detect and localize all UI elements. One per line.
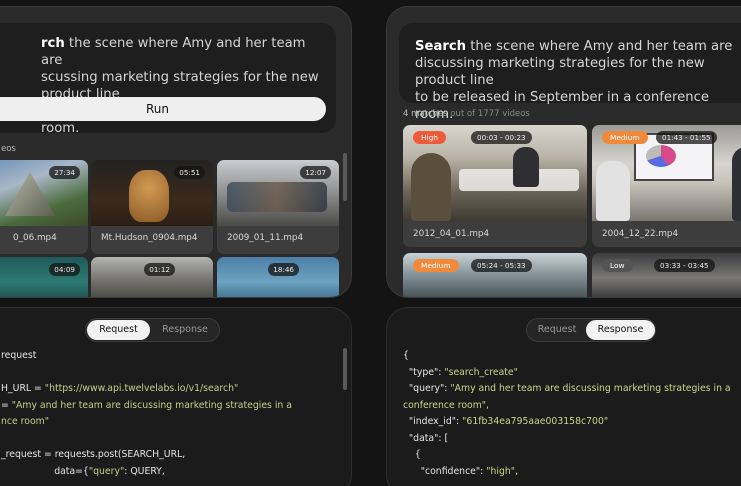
video-duration: 01:12 — [144, 263, 175, 276]
videos-label: eos — [1, 144, 16, 154]
query-line-1: the scene where Amy and her team are — [41, 36, 306, 68]
match-count-number: 4 matches — [403, 109, 448, 119]
tab-response[interactable]: Response — [152, 320, 218, 340]
match-count-total: out of 1777 videos — [450, 109, 530, 119]
video-filename: 2004_12_22.mp4 — [602, 229, 679, 239]
right-search-panel: Search the scene where Amy and her team … — [386, 6, 741, 298]
result-thumb[interactable]: High 00:03 - 00:23 2012_04_01.mp4 — [403, 125, 587, 247]
clip-range: 05:24 - 05:33 — [471, 259, 532, 272]
request-response-toggle: Request Response — [526, 318, 656, 342]
left-search-panel: rch the scene where Amy and her team are… — [0, 6, 352, 298]
video-filename: 2012_04_01.mp4 — [413, 229, 490, 239]
confidence-badge: Medium — [413, 259, 459, 272]
video-duration: 12:07 — [300, 166, 331, 179]
video-thumb[interactable]: 18:46 — [217, 257, 339, 297]
request-code: request H_URL = "https://www.api.twelvel… — [1, 350, 292, 477]
run-button[interactable]: Run — [0, 97, 326, 121]
search-query-card: Search the scene where Amy and her team … — [399, 23, 741, 122]
video-thumb[interactable]: 27:34 0_06.mp4 — [0, 160, 88, 254]
video-filename: 2009_01_11.mp4 — [227, 233, 304, 243]
query-bold: Search — [415, 39, 467, 54]
video-duration: 18:46 — [268, 263, 299, 276]
video-thumb[interactable]: 12:07 2009_01_11.mp4 — [217, 160, 339, 254]
video-thumb[interactable]: 01:12 — [91, 257, 213, 297]
confidence-badge: Low — [602, 259, 633, 272]
video-thumb[interactable]: 04:09 — [0, 257, 88, 297]
match-count: 4 matches out of 1777 videos — [403, 109, 530, 119]
scrollbar[interactable] — [343, 348, 347, 390]
clip-range: 03:33 - 03:45 — [654, 259, 715, 272]
video-filename: Mt.Hudson_0904.mp4 — [101, 233, 198, 243]
clip-range: 00:03 - 00:23 — [471, 131, 532, 144]
tab-request[interactable]: Request — [528, 320, 586, 340]
video-filename: 0_06.mp4 — [13, 233, 57, 243]
tab-request[interactable]: Request — [87, 320, 150, 340]
query-line-2: discussing marketing strategies for the … — [415, 56, 705, 88]
tab-response[interactable]: Response — [586, 320, 655, 340]
request-panel: Request Response request H_URL = "https:… — [0, 307, 352, 486]
response-panel: Request Response { "type": "search_creat… — [386, 307, 741, 486]
response-code: { "type": "search_create" "query": "Amy … — [403, 350, 731, 477]
confidence-badge: High — [413, 131, 446, 144]
result-thumb[interactable]: Medium 05:24 - 05:33 — [403, 253, 587, 297]
confidence-badge: Medium — [602, 131, 648, 144]
query-bold: rch — [41, 36, 65, 51]
clip-range: 01:43 - 01:55 — [656, 131, 717, 144]
video-duration: 27:34 — [49, 166, 80, 179]
request-response-toggle: Request Response — [85, 318, 220, 342]
query-line-1: the scene where Amy and her team are — [466, 39, 733, 54]
result-thumb[interactable]: Medium 01:43 - 01:55 2004_12_22.mp4 — [592, 125, 741, 247]
scrollbar[interactable] — [343, 153, 347, 201]
video-thumb[interactable]: 05:51 Mt.Hudson_0904.mp4 — [91, 160, 213, 254]
video-duration: 04:09 — [49, 263, 80, 276]
video-duration: 05:51 — [174, 166, 205, 179]
result-thumb[interactable]: Low 03:33 - 03:45 — [592, 253, 741, 297]
